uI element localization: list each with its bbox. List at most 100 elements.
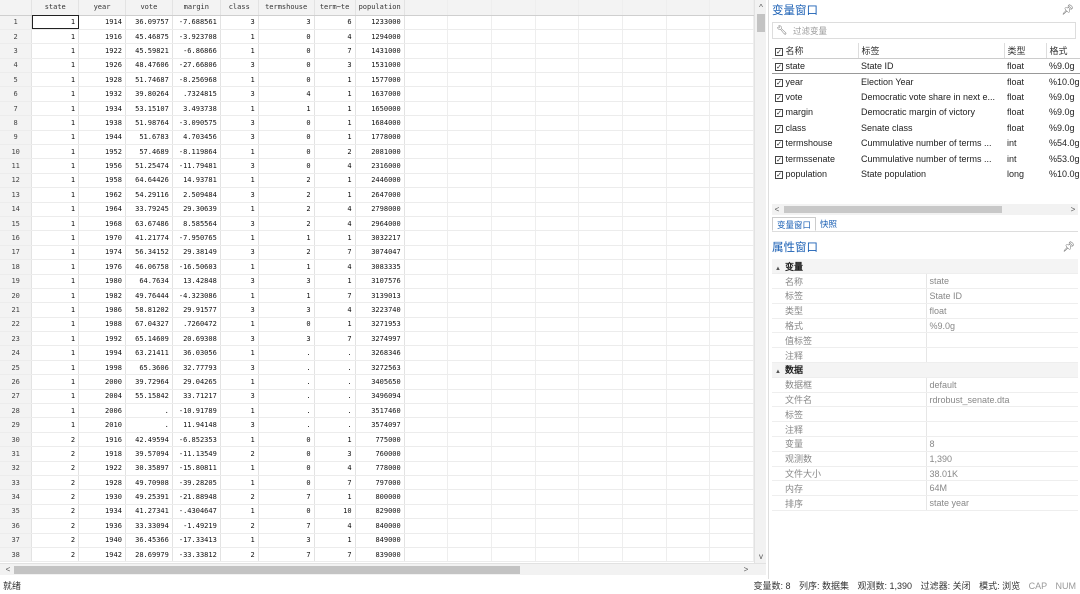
table-cell[interactable]: 2 <box>31 475 80 491</box>
table-cell[interactable]: . <box>125 417 173 433</box>
table-row[interactable]: 34 2 1930 49.25391 -21.88948 2 7 1 800000 <box>0 489 754 505</box>
variable-name-cell[interactable]: ✓ state <box>772 57 858 74</box>
filter-placeholder[interactable]: 过滤变量 <box>791 25 827 37</box>
table-cell[interactable]: . <box>258 403 315 419</box>
table-cell[interactable]: 0 <box>258 504 315 520</box>
row-number[interactable]: 10 <box>0 144 33 160</box>
pin-icon[interactable]: 📌︎ <box>1062 237 1075 259</box>
table-cell[interactable]: 3272563 <box>355 360 405 376</box>
table-cell[interactable]: 1 <box>31 259 80 275</box>
table-cell[interactable]: 20.69308 <box>172 331 221 347</box>
table-cell[interactable]: 1684000 <box>355 115 405 131</box>
row-number[interactable]: 6 <box>0 86 33 102</box>
table-cell[interactable]: 42.49594 <box>125 432 173 448</box>
table-cell[interactable]: 1 <box>220 432 259 448</box>
variable-checkbox[interactable]: ✓ <box>775 171 783 180</box>
table-cell[interactable]: 1531000 <box>355 58 405 74</box>
table-cell[interactable]: 2 <box>258 202 315 217</box>
table-cell[interactable]: 7 <box>258 547 315 563</box>
table-cell[interactable]: 1 <box>220 101 259 117</box>
table-cell[interactable]: 0 <box>258 144 315 160</box>
table-cell[interactable]: 3271953 <box>355 317 405 333</box>
property-value[interactable] <box>926 421 1078 438</box>
table-cell[interactable]: 1 <box>258 288 315 304</box>
row-number[interactable]: 24 <box>0 345 33 361</box>
property-value[interactable]: state <box>926 273 1078 290</box>
table-cell[interactable]: 3 <box>220 115 259 131</box>
table-cell[interactable]: 1 <box>220 259 259 275</box>
table-cell[interactable]: 1 <box>31 331 80 347</box>
table-cell[interactable]: 2 <box>31 547 80 563</box>
variable-row[interactable]: ✓ termssenate Cummulative number of terms… <box>772 151 1080 167</box>
table-row[interactable]: 30 2 1916 42.49594 -6.852353 1 0 1 775000 <box>0 432 754 448</box>
table-cell[interactable]: 41.27341 <box>125 504 173 520</box>
col-header-type[interactable]: 类型 <box>1004 43 1047 59</box>
table-cell[interactable]: 1 <box>220 374 259 390</box>
table-cell[interactable]: 1934 <box>78 101 126 117</box>
table-cell[interactable]: -7.688561 <box>172 15 221 30</box>
table-cell[interactable]: 1 <box>31 29 80 45</box>
table-cell[interactable]: 3 <box>220 302 259 318</box>
property-value[interactable] <box>926 347 1078 364</box>
row-number[interactable]: 23 <box>0 331 33 347</box>
table-cell[interactable]: -39.28205 <box>172 475 221 491</box>
table-cell[interactable]: 1942 <box>78 547 126 563</box>
row-number[interactable]: 19 <box>0 274 33 289</box>
collapse-triangle-icon[interactable]: ▲ <box>775 266 781 272</box>
table-cell[interactable]: 2446000 <box>355 173 405 189</box>
table-cell[interactable]: 1 <box>31 72 80 88</box>
table-cell[interactable]: 3032217 <box>355 230 405 246</box>
table-cell[interactable]: 3107576 <box>355 274 405 289</box>
row-number[interactable]: 25 <box>0 360 33 376</box>
table-cell[interactable]: 1 <box>220 288 259 304</box>
table-cell[interactable]: 1637000 <box>355 86 405 102</box>
table-cell[interactable]: 4 <box>258 86 315 102</box>
row-number[interactable]: 34 <box>0 489 33 505</box>
table-cell[interactable]: 51.98764 <box>125 115 173 131</box>
table-row[interactable]: 17 1 1974 56.34152 29.38149 3 2 7 3074047 <box>0 245 754 261</box>
table-cell[interactable]: 49.76444 <box>125 288 173 304</box>
table-cell[interactable]: 63.67486 <box>125 216 173 232</box>
row-number[interactable]: 18 <box>0 259 33 275</box>
table-cell[interactable]: 53.15107 <box>125 101 173 117</box>
table-cell[interactable]: 64.64426 <box>125 173 173 189</box>
property-value[interactable]: 64M <box>926 480 1078 497</box>
property-value[interactable]: default <box>926 377 1078 393</box>
table-row[interactable]: 38 2 1942 28.69979 -33.33812 2 7 7 839000 <box>0 547 754 563</box>
property-row[interactable]: 格式 %9.0g <box>772 318 1078 334</box>
table-cell[interactable]: 41.21774 <box>125 230 173 246</box>
table-cell[interactable]: 1 <box>31 403 80 419</box>
table-cell[interactable]: 2 <box>258 173 315 189</box>
table-cell[interactable]: 36.45366 <box>125 533 173 548</box>
variable-row[interactable]: ✓ year Election Year float %10.0g <box>772 74 1080 90</box>
table-cell[interactable]: 1 <box>31 374 80 390</box>
table-cell[interactable]: 1914 <box>78 15 126 30</box>
table-cell[interactable]: 3 <box>220 274 259 289</box>
table-cell[interactable]: 1 <box>31 417 80 433</box>
table-cell[interactable]: 1 <box>220 461 259 477</box>
table-cell[interactable]: 1 <box>31 173 80 189</box>
scroll-right-icon[interactable]: > <box>1068 204 1078 215</box>
table-row[interactable]: 26 1 2000 39.72964 29.04265 1.. 3405650 <box>0 374 754 390</box>
row-number[interactable]: 31 <box>0 446 33 462</box>
scroll-left-icon[interactable]: < <box>772 204 782 215</box>
table-cell[interactable]: 0 <box>258 29 315 45</box>
table-cell[interactable]: 3 <box>314 58 356 74</box>
table-cell[interactable]: 36.03056 <box>172 345 221 361</box>
row-number[interactable]: 13 <box>0 187 33 203</box>
table-cell[interactable]: 4 <box>314 518 356 534</box>
property-section[interactable]: ▲ 变量 <box>772 259 1078 275</box>
table-cell[interactable]: 1 <box>31 230 80 246</box>
variable-name-cell[interactable]: ✓ termssenate <box>772 151 858 167</box>
property-row[interactable]: 文件大小 38.01K <box>772 466 1078 482</box>
table-cell[interactable]: 57.4689 <box>125 144 173 160</box>
table-cell[interactable]: 7 <box>314 547 356 563</box>
table-cell[interactable]: 0 <box>258 158 315 174</box>
row-number[interactable]: 15 <box>0 216 33 232</box>
table-cell[interactable]: 58.81202 <box>125 302 173 318</box>
scroll-down-icon[interactable]: v <box>755 551 767 563</box>
scroll-left-icon[interactable]: < <box>2 564 14 576</box>
table-cell[interactable]: 1 <box>31 360 80 376</box>
table-cell[interactable]: 1916 <box>78 432 126 448</box>
property-row[interactable]: 值标签 <box>772 332 1078 349</box>
